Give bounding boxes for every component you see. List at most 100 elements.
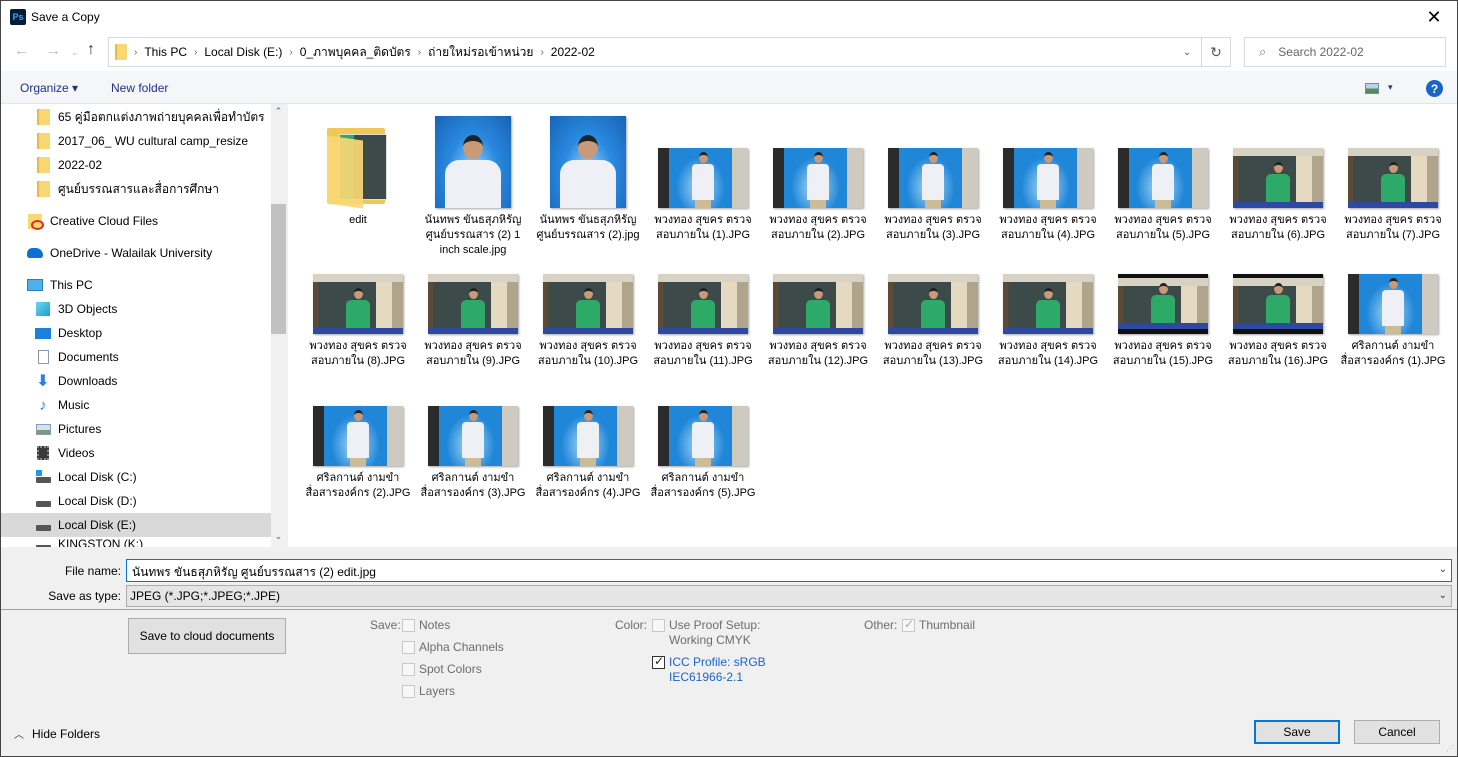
file-item[interactable]: พวงทอง สุขคร ตรวจสอบภายใน (15).JPG xyxy=(1108,274,1218,369)
image-thumbnail xyxy=(435,116,511,208)
chevron-down-icon[interactable]: ⌄ xyxy=(1439,590,1447,601)
breadcrumb-this-pc[interactable]: This PC xyxy=(144,45,187,59)
file-item[interactable]: พวงทอง สุขคร ตรวจสอบภายใน (10).JPG xyxy=(533,274,643,369)
close-button[interactable]: ✕ xyxy=(1411,1,1457,33)
breadcrumb-local-disk-e[interactable]: Local Disk (E:) xyxy=(204,45,282,59)
file-item[interactable]: พวงทอง สุขคร ตรวจสอบภายใน (1).JPG xyxy=(648,112,758,243)
up-arrow-icon[interactable]: ↑ xyxy=(87,41,95,59)
file-item[interactable]: พวงทอง สุขคร ตรวจสอบภายใน (5).JPG xyxy=(1108,112,1218,243)
icc-profile-checkbox[interactable] xyxy=(652,654,665,669)
back-arrow-icon[interactable]: ← xyxy=(14,42,29,59)
file-item[interactable]: พวงทอง สุขคร ตรวจสอบภายใน (16).JPG xyxy=(1223,274,1333,369)
file-name: พวงทอง สุขคร ตรวจสอบภายใน (5).JPG xyxy=(1114,214,1212,241)
sidebar-item[interactable]: Documents xyxy=(1,345,271,369)
person-figure xyxy=(921,288,945,334)
file-item[interactable]: ศริลกานต์ งามขำ สื่อสารองค์กร (4).JPG xyxy=(533,406,643,501)
sidebar-item[interactable]: ⬇ Downloads xyxy=(1,369,271,393)
file-name: พวงทอง สุขคร ตรวจสอบภายใน (6).JPG xyxy=(1229,214,1327,241)
hide-folders-button[interactable]: ︿ Hide Folders xyxy=(14,726,101,742)
sidebar-item[interactable]: ♪ Music xyxy=(1,393,271,417)
resize-grip-icon[interactable]: ⋰ xyxy=(1446,744,1454,753)
cancel-button[interactable]: Cancel xyxy=(1354,720,1440,744)
hide-folders-label: Hide Folders xyxy=(32,726,101,741)
sidebar-item[interactable]: Videos xyxy=(1,441,271,465)
file-item[interactable]: ศริลกานต์ งามขำ สื่อสารองค์กร (3).JPG xyxy=(418,406,528,501)
sidebar-item[interactable]: Pictures xyxy=(1,417,271,441)
refresh-button[interactable]: ↻ xyxy=(1202,37,1231,67)
breadcrumb-separator[interactable]: › xyxy=(540,47,543,58)
file-item[interactable]: พวงทอง สุขคร ตรวจสอบภายใน (13).JPG xyxy=(878,274,988,369)
search-input[interactable]: ⌕ Search 2022-02 xyxy=(1244,37,1446,67)
sidebar-item[interactable]: OneDrive - Walailak University xyxy=(1,241,271,265)
file-item[interactable]: พวงทอง สุขคร ตรวจสอบภายใน (11).JPG xyxy=(648,274,758,369)
change-view-icon[interactable] xyxy=(1365,83,1379,94)
sidebar-item[interactable]: 65 คู่มือตกแต่งภาพถ่ายบุคคลเพื่อทำบัตร xyxy=(1,105,271,129)
file-item[interactable]: นันทพร ขันธสุภหิรัญ ศูนย์บรรณสาร (2).jpg xyxy=(533,112,643,243)
file-item[interactable]: พวงทอง สุขคร ตรวจสอบภายใน (4).JPG xyxy=(993,112,1103,243)
sidebar-item[interactable]: Local Disk (C:) xyxy=(1,465,271,489)
sidebar-item-label: Local Disk (D:) xyxy=(58,494,137,508)
scroll-down-icon[interactable]: ⌄ xyxy=(271,531,286,545)
sidebar-item[interactable]: Local Disk (E:) xyxy=(1,513,271,537)
navigation-pane-scrollbar[interactable]: ⌃ ⌄ xyxy=(271,104,286,547)
file-item[interactable]: พวงทอง สุขคร ตรวจสอบภายใน (7).JPG xyxy=(1338,112,1448,243)
sidebar-item[interactable]: 2022-02 xyxy=(1,153,271,177)
file-item[interactable]: ศริลกานต์ งามขำ สื่อสารองค์กร (1).JPG xyxy=(1338,274,1448,369)
file-item[interactable]: พวงทอง สุขคร ตรวจสอบภายใน (12).JPG xyxy=(763,274,873,369)
breadcrumb-folder-1[interactable]: 0_ภาพบุคคล_ติดบัตร xyxy=(300,43,411,62)
file-name: พวงทอง สุขคร ตรวจสอบภายใน (13).JPG xyxy=(882,340,984,367)
file-name-input[interactable]: นันทพร ขันธสุภหิรัญ ศูนย์บรรณสาร (2) edi… xyxy=(126,559,1452,582)
sidebar-item-label: 3D Objects xyxy=(58,302,118,316)
thumbnail-frame xyxy=(1338,112,1448,208)
save-to-cloud-button[interactable]: Save to cloud documents xyxy=(128,618,286,654)
image-thumbnail xyxy=(550,116,626,208)
file-item[interactable]: พวงทอง สุขคร ตรวจสอบภายใน (2).JPG xyxy=(763,112,873,243)
image-thumbnail xyxy=(1233,148,1323,208)
sidebar-item-label: Music xyxy=(58,398,90,412)
save-as-type-select[interactable]: JPEG (*.JPG;*.JPEG;*.JPE) ⌄ xyxy=(126,585,1452,607)
alpha-channels-checkbox[interactable] xyxy=(402,641,415,654)
notes-checkbox[interactable] xyxy=(402,619,415,632)
sidebar-item[interactable]: 3D Objects xyxy=(1,297,271,321)
sidebar-item[interactable]: This PC xyxy=(1,273,271,297)
breadcrumb-separator[interactable]: › xyxy=(289,47,292,58)
file-item[interactable]: ศริลกานต์ งามขำ สื่อสารองค์กร (2).JPG xyxy=(303,406,413,501)
file-item[interactable]: พวงทอง สุขคร ตรวจสอบภายใน (3).JPG xyxy=(878,112,988,243)
scroll-up-icon[interactable]: ⌃ xyxy=(271,106,286,120)
help-icon[interactable]: ? xyxy=(1426,80,1443,97)
breadcrumb-separator[interactable]: › xyxy=(418,47,421,58)
file-item[interactable]: พวงทอง สุขคร ตรวจสอบภายใน (6).JPG xyxy=(1223,112,1333,243)
sidebar-item[interactable]: Desktop xyxy=(1,321,271,345)
use-proof-setup-checkbox[interactable] xyxy=(652,619,665,632)
folder-item[interactable]: edit xyxy=(303,112,413,228)
chevron-down-icon[interactable]: ⌄ xyxy=(1173,38,1201,66)
drive-icon-shape xyxy=(35,501,51,507)
spot-colors-checkbox[interactable] xyxy=(402,663,415,676)
sidebar-item[interactable]: Local Disk (D:) xyxy=(1,489,271,513)
address-bar[interactable]: › This PC › Local Disk (E:) › 0_ภาพบุคคล… xyxy=(108,37,1202,67)
file-item[interactable]: พวงทอง สุขคร ตรวจสอบภายใน (9).JPG xyxy=(418,274,528,369)
sidebar-item[interactable]: ศูนย์บรรณสารและสื่อการศึกษา xyxy=(1,177,271,201)
breadcrumb-current[interactable]: 2022-02 xyxy=(551,45,595,59)
file-item[interactable]: ศริลกานต์ งามขำ สื่อสารองค์กร (5).JPG xyxy=(648,406,758,501)
scrollbar-thumb[interactable] xyxy=(271,204,286,334)
forward-arrow-icon[interactable]: → xyxy=(46,42,61,59)
new-folder-button[interactable]: New folder xyxy=(111,81,168,95)
recent-locations-icon[interactable]: ⌄ xyxy=(71,47,79,58)
file-item[interactable]: พวงทอง สุขคร ตรวจสอบภายใน (8).JPG xyxy=(303,274,413,369)
chevron-down-icon[interactable]: ⌄ xyxy=(1439,564,1447,575)
save-button[interactable]: Save xyxy=(1254,720,1340,744)
view-options-dropdown[interactable]: ▾ xyxy=(1388,82,1393,93)
file-name: พวงทอง สุขคร ตรวจสอบภายใน (16).JPG xyxy=(1227,340,1329,367)
layers-checkbox[interactable] xyxy=(402,685,415,698)
thumbnail-checkbox[interactable] xyxy=(902,617,915,632)
breadcrumb-separator[interactable]: › xyxy=(194,47,197,58)
breadcrumb-folder-2[interactable]: ถ่ายใหม่รอเข้าหน่วย xyxy=(428,43,533,62)
file-item[interactable]: พวงทอง สุขคร ตรวจสอบภายใน (14).JPG xyxy=(993,274,1103,369)
sidebar-item[interactable]: 2017_06_ WU cultural camp_resize xyxy=(1,129,271,153)
file-item[interactable]: นันทพร ขันธสุภหิรัญ ศูนย์บรรณสาร (2) 1 i… xyxy=(418,112,528,258)
sidebar-item[interactable]: KINGSTON (K:) xyxy=(1,537,271,547)
sidebar-item[interactable]: Creative Cloud Files xyxy=(1,209,271,233)
organize-menu[interactable]: Organize ▾ xyxy=(20,81,78,95)
thumbnail-frame xyxy=(418,112,528,208)
